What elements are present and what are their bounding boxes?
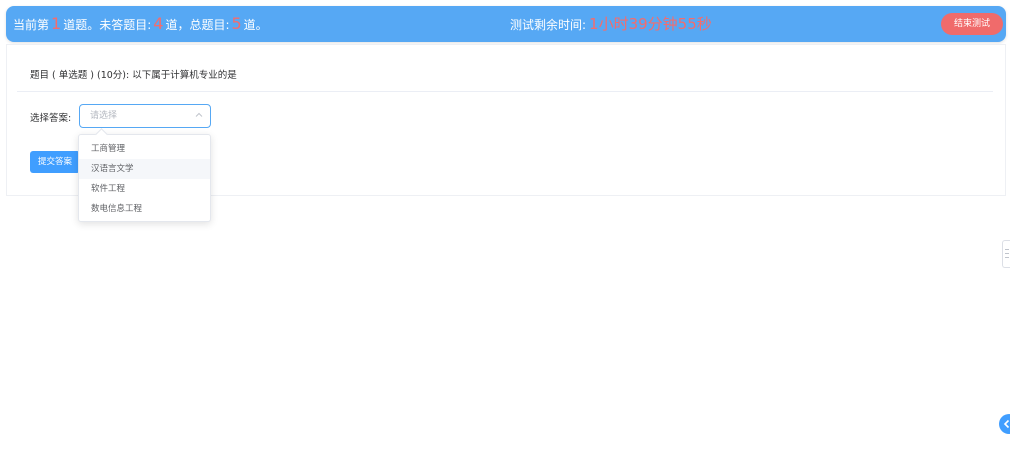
progress-prefix: 当前第 xyxy=(13,18,50,32)
progress-text: 当前第 1 道题。未答题目: 4 道，总题目: 5 道。 xyxy=(13,6,268,42)
handle-grip-icon xyxy=(1005,249,1009,250)
exam-status-bar: 当前第 1 道题。未答题目: 4 道，总题目: 5 道。 测试剩余时间: 1小时39分钟55秒… xyxy=(6,6,1006,42)
progress-mid1: 道题。未答题目: xyxy=(63,18,152,32)
total-count: 5 xyxy=(231,14,242,33)
countdown-timer: 测试剩余时间: 1小时39分钟55秒 xyxy=(510,6,712,42)
progress-mid2: 道，总题目: xyxy=(165,18,230,32)
option-item[interactable]: 软件工程 xyxy=(79,179,210,199)
chevron-up-icon xyxy=(195,112,203,117)
progress-suffix: 道。 xyxy=(243,18,268,32)
option-item[interactable]: 工商管理 xyxy=(79,139,210,159)
unanswered-count: 4 xyxy=(153,14,164,33)
answer-label: 选择答案: xyxy=(30,113,72,124)
current-question-number: 1 xyxy=(51,14,62,33)
question-text: 题目 ( 单选题 ) (10分): 以下属于计算机专业的是 xyxy=(30,70,237,81)
timer-label: 测试剩余时间: xyxy=(510,18,587,32)
end-test-button[interactable]: 结束测试 xyxy=(941,13,1003,35)
answer-dropdown: 工商管理 汉语言文学 软件工程 数电信息工程 xyxy=(78,134,211,222)
side-handle[interactable] xyxy=(1002,240,1010,268)
collapse-button[interactable] xyxy=(999,414,1010,434)
timer-value: 1小时39分钟55秒 xyxy=(589,15,712,33)
option-item[interactable]: 数电信息工程 xyxy=(79,199,210,219)
answer-select[interactable]: 请选择 xyxy=(79,104,211,128)
divider xyxy=(17,91,993,92)
option-item[interactable]: 汉语言文学 xyxy=(79,159,210,179)
exam-page: 当前第 1 道题。未答题目: 4 道，总题目: 5 道。 测试剩余时间: 1小时39分钟55秒… xyxy=(0,0,1010,471)
chevron-left-icon xyxy=(1003,419,1010,429)
submit-answer-button[interactable]: 提交答案 xyxy=(30,151,80,173)
select-placeholder: 请选择 xyxy=(90,111,118,121)
